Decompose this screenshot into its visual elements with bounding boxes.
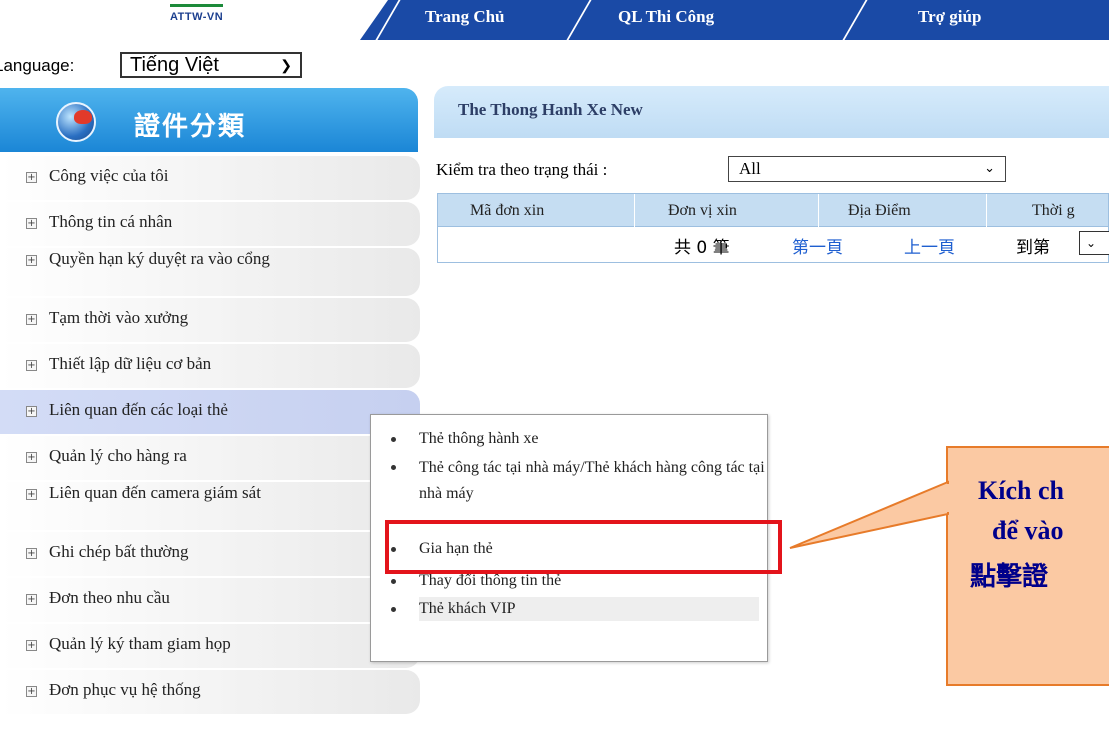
status-filter: Kiểm tra theo trạng thái : All ⌄ (436, 156, 1006, 182)
expand-icon: + (26, 314, 37, 325)
sidebar-item-label: Quản lý cho hàng ra (49, 446, 187, 465)
submenu-item-factory-card[interactable]: Thẻ công tác tại nhà máy/Thẻ khách hàng … (391, 455, 769, 507)
language-selected: Tiếng Việt (130, 54, 219, 76)
expand-icon: + (26, 360, 37, 371)
expand-icon: + (26, 452, 37, 463)
panel-title: The Thong Hanh Xe New (458, 100, 643, 119)
sidebar-item-label: Quản lý ký tham giam họp (49, 634, 231, 653)
instruction-callout: Kích ch để vào 點擊證 (946, 446, 1109, 686)
callout-line: để vào (992, 516, 1064, 545)
nav-slant (360, 0, 388, 40)
sidebar-item-temporary-entry[interactable]: + Tạm thời vào xưởng (0, 298, 420, 342)
chevron-down-icon: ⌄ (984, 161, 995, 176)
pager-goto-label: 到第 (1016, 238, 1050, 258)
chevron-down-icon: ⌄ (1086, 236, 1097, 250)
bullet-icon (391, 579, 396, 584)
results-table: Mã đơn xin Đơn vị xin Địa Điểm Thời g 共 … (437, 193, 1109, 263)
sidebar-item-requests[interactable]: + Đơn theo nhu cầu (0, 578, 420, 622)
expand-icon: + (26, 406, 37, 417)
table-header: Mã đơn xin Đơn vị xin Địa Điểm Thời g (437, 193, 1109, 227)
column-header[interactable]: Mã đơn xin (470, 202, 544, 220)
column-divider (818, 194, 819, 227)
submenu-item-vehicle-pass[interactable]: Thẻ thông hành xe (391, 427, 769, 451)
sidebar-item-label: Liên quan đến camera giám sát (49, 483, 261, 502)
language-label: Language: (0, 56, 75, 75)
sidebar-menu: + Công việc của tôi + Thông tin cá nhân + Q… (0, 156, 422, 716)
submenu-item-vip-card[interactable]: Thẻ khách VIP (391, 597, 759, 621)
sidebar-item-label: Tạm thời vào xưởng (49, 308, 189, 327)
top-bar: ATTW-VN Trang Chủ QL Thi Công Trợ giúp (0, 0, 1109, 44)
sidebar-header: 證件分類 (0, 88, 418, 152)
expand-icon: + (26, 172, 37, 183)
expand-icon: + (26, 218, 37, 229)
bullet-icon (391, 607, 396, 612)
sidebar-item-label: Liên quan đến các loại thẻ (49, 400, 228, 419)
sidebar-item-card-types[interactable]: + Liên quan đến các loại thẻ (0, 390, 420, 434)
nav-item-home[interactable]: Trang Chủ (425, 7, 505, 27)
column-header[interactable]: Thời g (1032, 202, 1075, 220)
pager-first-page[interactable]: 第一頁 (792, 233, 843, 258)
panel-header: The Thong Hanh Xe New (434, 86, 1109, 138)
column-header[interactable]: Địa Điểm (848, 202, 911, 220)
column-header[interactable]: Đơn vị xin (668, 202, 737, 220)
pager-prev-page[interactable]: 上一頁 (904, 233, 955, 258)
expand-icon: + (26, 640, 37, 651)
sidebar-item-personal-info[interactable]: + Thông tin cá nhân (0, 202, 420, 246)
column-divider (634, 194, 635, 227)
pager: 共 0 筆 第一頁 上一頁 到第 ⌄ (437, 227, 1109, 263)
logo: ATTW-VN (0, 0, 400, 44)
submenu-item-label: Thẻ công tác tại nhà máy/Thẻ khách hàng … (419, 459, 765, 502)
callout-line: 點擊證 (970, 562, 1049, 591)
sidebar-item-label: Đơn phục vụ hệ thống (49, 680, 201, 699)
sidebar-item-label: Thông tin cá nhân (49, 212, 173, 231)
globe-icon (56, 102, 96, 142)
sidebar-item-my-work[interactable]: + Công việc của tôi (0, 156, 420, 200)
nav-item-construction[interactable]: QL Thi Công (618, 7, 714, 27)
language-select[interactable]: Tiếng Việt ❯ (120, 52, 302, 78)
expand-icon: + (26, 686, 37, 697)
sidebar-item-anomaly-log[interactable]: + Ghi chép bất thường (0, 532, 420, 576)
sidebar-title: 證件分類 (134, 112, 247, 142)
page-select[interactable]: ⌄ (1079, 231, 1109, 255)
highlight-box (385, 520, 782, 574)
sidebar-item-label: Đơn theo nhu cầu (49, 588, 170, 607)
submenu-item-label: Thẻ khách VIP (419, 597, 759, 621)
column-divider (986, 194, 987, 227)
sidebar-item-basic-data[interactable]: + Thiết lập dữ liệu cơ bản (0, 344, 420, 388)
expand-icon: + (26, 255, 37, 266)
nav-item-help[interactable]: Trợ giúp (918, 7, 981, 27)
sidebar-item-system-service[interactable]: + Đơn phục vụ hệ thống (0, 670, 420, 714)
pager-total: 共 0 筆 (674, 238, 730, 258)
expand-icon: + (26, 489, 37, 500)
status-filter-selected: All (739, 159, 761, 178)
sidebar-item-camera[interactable]: + Liên quan đến camera giám sát (0, 482, 420, 530)
bullet-icon (391, 465, 396, 470)
sidebar-item-label: Quyền hạn ký duyệt ra vào cổng (49, 249, 270, 268)
logo-text: ATTW-VN (170, 4, 224, 23)
expand-icon: + (26, 548, 37, 559)
status-filter-select[interactable]: All ⌄ (728, 156, 1006, 182)
callout-pointer-shape (789, 480, 949, 549)
sidebar-item-gate-approval[interactable]: + Quyền hạn ký duyệt ra vào cổng (0, 248, 420, 296)
sidebar-item-label: Ghi chép bất thường (49, 542, 189, 561)
sidebar-item-goods-out[interactable]: + Quản lý cho hàng ra (0, 436, 420, 480)
chevron-down-icon: ❯ (280, 57, 292, 73)
submenu-item-label: Thẻ thông hành xe (419, 430, 539, 447)
callout-line: Kích ch (978, 476, 1064, 505)
status-filter-label: Kiểm tra theo trạng thái : (436, 160, 608, 179)
sidebar-item-label: Công việc của tôi (49, 166, 169, 185)
bullet-icon (391, 437, 396, 442)
expand-icon: + (26, 594, 37, 605)
sidebar-item-label: Thiết lập dữ liệu cơ bản (49, 354, 212, 373)
sidebar-item-meeting[interactable]: + Quản lý ký tham giam họp (0, 624, 420, 668)
